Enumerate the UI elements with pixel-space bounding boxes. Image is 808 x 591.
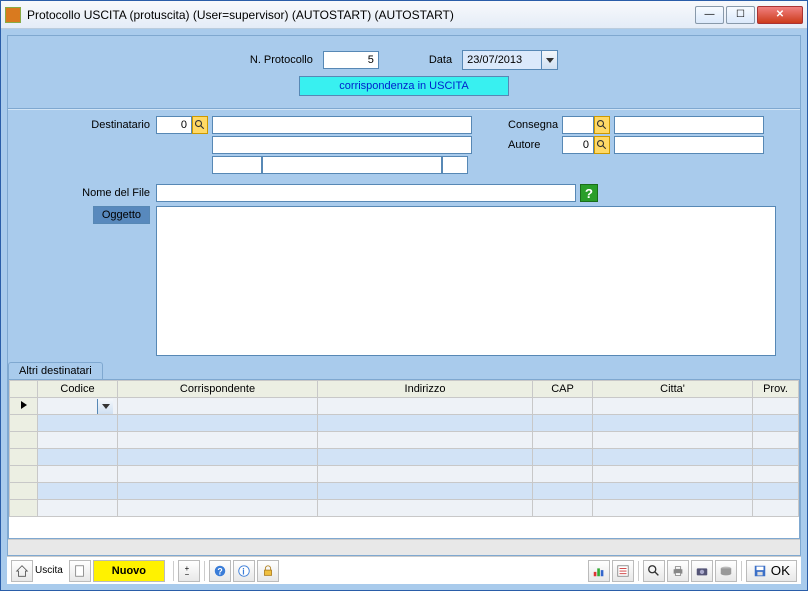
- preview-button[interactable]: [643, 560, 665, 582]
- grid-col-corrispondente[interactable]: Corrispondente: [118, 381, 318, 398]
- tab-strip: Altri destinatari: [8, 362, 800, 379]
- chart-icon: [592, 564, 606, 578]
- new-doc-button[interactable]: [69, 560, 91, 582]
- camera-button[interactable]: [691, 560, 713, 582]
- data-field[interactable]: [462, 50, 558, 70]
- nome-file-input[interactable]: [156, 184, 576, 202]
- grid-row[interactable]: [10, 432, 799, 449]
- destinatario-addr-input[interactable]: [212, 136, 472, 154]
- help-button[interactable]: ?: [209, 560, 231, 582]
- lock-icon: [261, 564, 275, 578]
- client-area: N. Protocollo Data corrispondenza in USC…: [1, 29, 807, 590]
- plus-icon: +−: [182, 564, 196, 578]
- close-button[interactable]: ✕: [757, 6, 803, 24]
- minimize-button[interactable]: —: [695, 6, 724, 24]
- nuovo-button[interactable]: Nuovo: [93, 560, 165, 582]
- autore-code-input[interactable]: [562, 136, 594, 154]
- row-pointer-icon: [21, 401, 27, 409]
- document-icon: [73, 564, 87, 578]
- autore-label: Autore: [502, 139, 562, 151]
- svg-text:i: i: [242, 566, 244, 576]
- chevron-down-icon[interactable]: [97, 399, 113, 414]
- consegna-name-input[interactable]: [614, 116, 764, 134]
- search-icon: [194, 119, 206, 131]
- maximize-button[interactable]: ☐: [726, 6, 755, 24]
- titlebar: Protocollo USCITA (protuscita) (User=sup…: [1, 1, 807, 29]
- printer-icon: [671, 564, 685, 578]
- uscita-button[interactable]: [11, 560, 33, 582]
- consegna-label: Consegna: [502, 119, 562, 131]
- save-icon: [753, 564, 767, 578]
- grid-row[interactable]: [10, 500, 799, 517]
- destinatario-city-input[interactable]: [262, 156, 442, 174]
- grid-row[interactable]: [10, 415, 799, 432]
- data-label: Data: [429, 54, 452, 66]
- grid-row[interactable]: [10, 466, 799, 483]
- data-input[interactable]: [463, 51, 541, 69]
- file-help-button[interactable]: ?: [580, 184, 598, 202]
- date-dropdown-icon[interactable]: [541, 51, 557, 69]
- window-title: Protocollo USCITA (protuscita) (User=sup…: [27, 8, 695, 22]
- nome-file-label: Nome del File: [16, 187, 156, 199]
- destinatario-code-input[interactable]: [156, 116, 192, 134]
- grid-col-cap[interactable]: CAP: [533, 381, 593, 398]
- grid-col-citta[interactable]: Citta': [593, 381, 753, 398]
- consegna-lookup-button[interactable]: [594, 116, 610, 134]
- grid-row[interactable]: [10, 398, 799, 415]
- toolbar: Uscita Nuovo +− ? i OK: [7, 556, 801, 584]
- destinatario-lookup-button[interactable]: [192, 116, 208, 134]
- grid-row[interactable]: [10, 483, 799, 500]
- oggetto-button[interactable]: Oggetto: [93, 206, 150, 224]
- uscita-label: Uscita: [35, 565, 63, 576]
- checklist-icon: [616, 564, 630, 578]
- destinatario-cap-input[interactable]: [212, 156, 262, 174]
- disk-button[interactable]: [715, 560, 737, 582]
- grid-col-indirizzo[interactable]: Indirizzo: [318, 381, 533, 398]
- checklist-button[interactable]: [612, 560, 634, 582]
- svg-text:?: ?: [217, 566, 222, 576]
- grid[interactable]: Codice Corrispondente Indirizzo CAP Citt…: [8, 379, 800, 539]
- divider: [8, 108, 800, 110]
- home-icon: [15, 564, 29, 578]
- consegna-code-input[interactable]: [562, 116, 594, 134]
- destinatario-label: Destinatario: [16, 119, 156, 131]
- svg-text:−: −: [185, 570, 190, 578]
- horizontal-scrollbar[interactable]: [8, 539, 800, 555]
- info-icon: i: [237, 564, 251, 578]
- camera-icon: [695, 564, 709, 578]
- grid-row[interactable]: [10, 449, 799, 466]
- main-panel: N. Protocollo Data corrispondenza in USC…: [7, 35, 801, 556]
- help-icon: ?: [213, 564, 227, 578]
- search-icon: [596, 119, 608, 131]
- n-protocollo-input[interactable]: [323, 51, 379, 69]
- destinatario-prov-input[interactable]: [442, 156, 468, 174]
- grid-col-prov[interactable]: Prov.: [753, 381, 799, 398]
- autore-lookup-button[interactable]: [594, 136, 610, 154]
- grid-col-codice[interactable]: Codice: [38, 381, 118, 398]
- main-window: Protocollo USCITA (protuscita) (User=sup…: [0, 0, 808, 591]
- search-icon: [647, 564, 661, 578]
- destinatario-name-input[interactable]: [212, 116, 472, 134]
- disk-icon: [719, 564, 733, 578]
- search-icon: [596, 139, 608, 151]
- tab-altri-destinatari[interactable]: Altri destinatari: [8, 362, 103, 379]
- n-protocollo-label: N. Protocollo: [250, 54, 313, 66]
- info-button[interactable]: i: [233, 560, 255, 582]
- add-button[interactable]: +−: [178, 560, 200, 582]
- print-button[interactable]: [667, 560, 689, 582]
- ok-button[interactable]: OK: [746, 560, 797, 582]
- oggetto-textarea[interactable]: [156, 206, 776, 356]
- chart-button[interactable]: [588, 560, 610, 582]
- lock-button[interactable]: [257, 560, 279, 582]
- grid-col-rowselector[interactable]: [10, 381, 38, 398]
- app-icon: [5, 7, 21, 23]
- autore-name-input[interactable]: [614, 136, 764, 154]
- banner-uscita: corrispondenza in USCITA: [299, 76, 509, 96]
